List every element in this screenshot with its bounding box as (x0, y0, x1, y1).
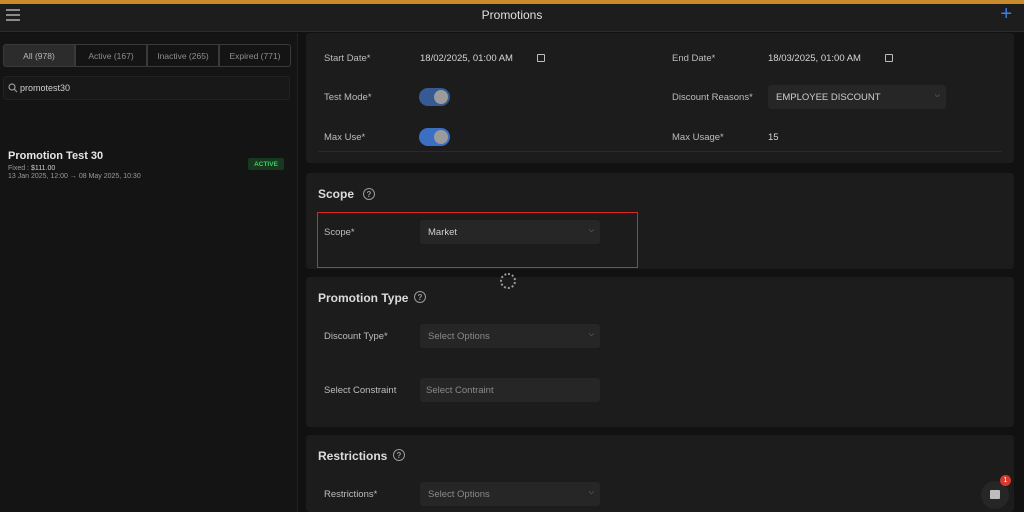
filter-expired[interactable]: Expired (771) (219, 44, 291, 67)
filter-active[interactable]: Active (167) (75, 44, 147, 67)
promotion-form: Start Date* 18/02/2025, 01:00 AM End Dat… (306, 33, 1024, 512)
cart-count-badge: 1 (1000, 475, 1011, 486)
promotion-dates: 13 Jan 2025, 12:00 → 08 May 2025, 10:30 (8, 173, 141, 180)
max-use-label: Max Use* (324, 132, 366, 143)
end-date-input[interactable]: 18/03/2025, 01:00 AM (768, 53, 861, 64)
status-filter-group: All (978) Active (167) Inactive (265) Ex… (3, 44, 291, 67)
help-icon[interactable]: ? (363, 188, 375, 200)
constraint-label: Select Constraint (324, 385, 397, 396)
cart-button[interactable]: 1 (981, 475, 1011, 509)
promotion-amount: $111.00 (30, 165, 56, 172)
details-card: Start Date* 18/02/2025, 01:00 AM End Dat… (306, 33, 1014, 163)
chevron-down-icon: ⌵ (934, 92, 940, 99)
discount-reasons-select[interactable]: EMPLOYEE DISCOUNT ⌵ (768, 85, 946, 109)
test-mode-label: Test Mode* (324, 92, 372, 103)
restrictions-title: Restrictions (318, 449, 388, 463)
loading-spinner-icon (500, 273, 516, 289)
discount-reasons-value: EMPLOYEE DISCOUNT (776, 91, 881, 103)
test-mode-toggle[interactable] (419, 88, 450, 106)
scope-title: Scope (318, 187, 355, 201)
divider (318, 151, 1002, 152)
app-header: Promotions + (0, 4, 1024, 32)
max-usage-label: Max Usage* (672, 132, 724, 143)
shopping-bag-icon (990, 490, 1000, 499)
restrictions-placeholder: Select Options (428, 488, 490, 500)
search-icon (8, 83, 18, 93)
page-title: Promotions (481, 8, 543, 22)
constraint-input[interactable]: Select Contraint (420, 378, 600, 402)
search-value: promotest30 (20, 83, 71, 93)
constraint-placeholder: Select Contraint (426, 384, 494, 396)
chevron-down-icon: ⌵ (588, 489, 594, 496)
calendar-icon[interactable] (537, 54, 545, 62)
add-promotion-button[interactable]: + (1000, 4, 1012, 24)
filter-inactive[interactable]: Inactive (265) (147, 44, 219, 67)
start-date-input[interactable]: 18/02/2025, 01:00 AM (420, 53, 513, 64)
discount-type-label: Discount Type* (324, 331, 388, 342)
discount-reasons-label: Discount Reasons* (672, 92, 753, 103)
calendar-icon[interactable] (885, 54, 893, 62)
promotion-type-card: Promotion Type ? Discount Type* Select O… (306, 277, 1014, 427)
status-badge: ACTIVE (248, 158, 284, 170)
search-input[interactable]: promotest30 (3, 76, 290, 100)
start-date-label: Start Date* (324, 53, 371, 64)
end-date-label: End Date* (672, 53, 716, 64)
promotions-sidebar: All (978) Active (167) Inactive (265) Ex… (0, 33, 298, 512)
promotion-type-title: Promotion Type (318, 291, 409, 305)
help-icon[interactable]: ? (393, 449, 405, 461)
promotion-name: Promotion Test 30 (8, 150, 104, 162)
restrictions-card: Restrictions ? Restrictions* Select Opti… (306, 435, 1014, 512)
help-icon[interactable]: ? (414, 291, 426, 303)
discount-type-placeholder: Select Options (428, 330, 490, 342)
max-usage-input[interactable]: 15 (768, 132, 779, 143)
max-use-toggle[interactable] (419, 128, 450, 146)
scope-highlight-box (317, 212, 638, 268)
discount-type-select[interactable]: Select Options ⌵ (420, 324, 600, 348)
promotion-list-item[interactable]: Promotion Test 30 Fixed : $111.00 13 Jan… (8, 150, 288, 180)
promotion-type: Fixed : (8, 165, 30, 172)
restrictions-select[interactable]: Select Options ⌵ (420, 482, 600, 506)
filter-all[interactable]: All (978) (3, 44, 75, 67)
restrictions-label: Restrictions* (324, 489, 378, 500)
chevron-down-icon: ⌵ (588, 331, 594, 338)
